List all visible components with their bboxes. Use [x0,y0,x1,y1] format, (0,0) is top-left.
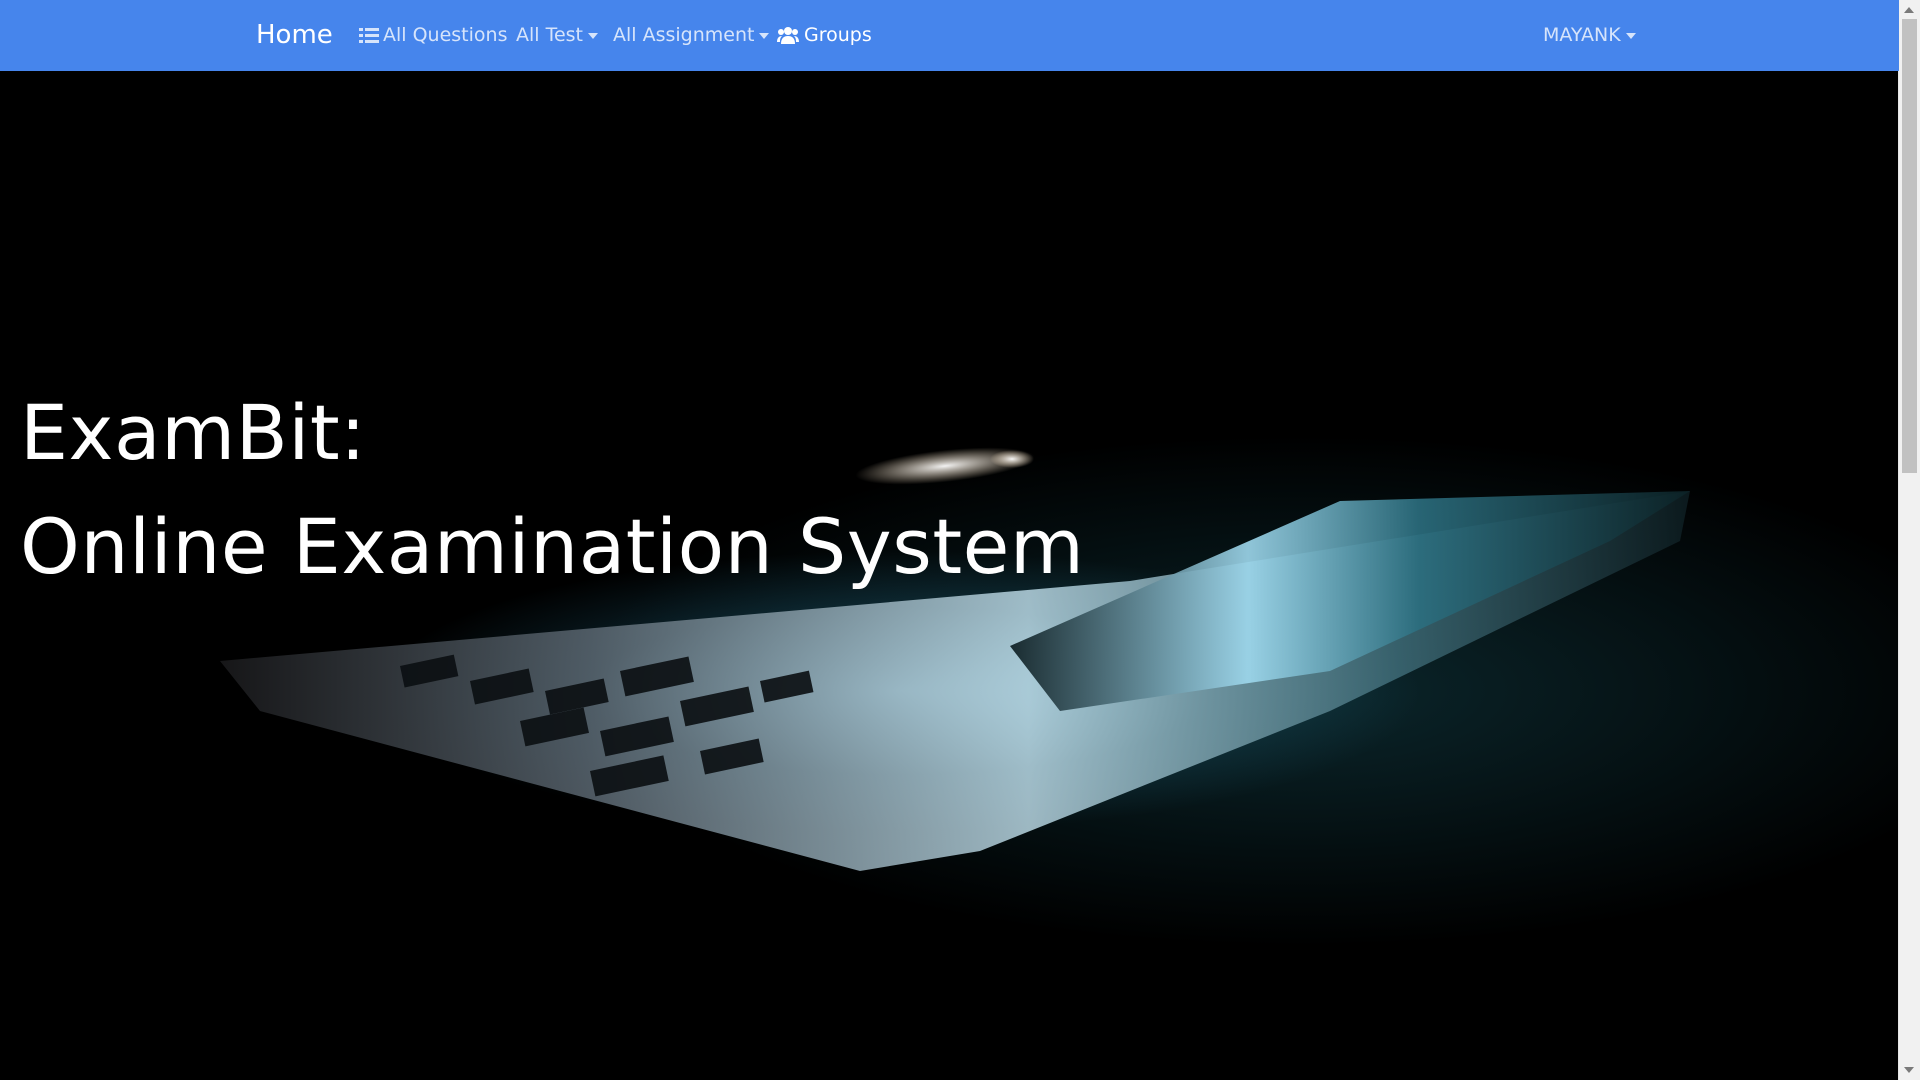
list-icon [359,26,379,44]
nav-all-test-dropdown[interactable]: All Test [516,22,599,48]
user-menu-dropdown[interactable]: MAYANK [1543,22,1636,48]
nav-groups[interactable]: Groups [777,22,872,48]
top-navbar: Home All Questions All Test All Assignme… [0,0,1899,71]
page-viewport: Home All Questions All Test All Assignme… [0,0,1899,1080]
scroll-down-icon[interactable] [1904,1067,1914,1073]
hero-title-line1: ExamBit: [20,388,367,477]
home-link[interactable]: Home [256,17,333,53]
scroll-up-icon[interactable] [1904,7,1914,13]
hero-banner: ExamBit: Online Examination System [0,71,1899,1080]
nav-all-questions[interactable]: All Questions [359,22,507,48]
hero-title-line2: Online Examination System [20,502,1085,591]
users-icon [777,26,799,44]
vertical-scrollbar[interactable] [1898,0,1920,1080]
caret-down-icon [1625,33,1636,39]
scroll-thumb[interactable] [1902,19,1917,473]
user-name: MAYANK [1543,24,1621,46]
nav-all-test-label: All Test [516,24,584,46]
caret-down-icon [588,33,599,39]
nav-all-assignment-dropdown[interactable]: All Assignment [613,22,770,48]
nav-groups-label: Groups [804,24,872,46]
caret-down-icon [759,33,770,39]
nav-all-questions-label: All Questions [383,24,508,46]
nav-all-assignment-label: All Assignment [613,24,755,46]
